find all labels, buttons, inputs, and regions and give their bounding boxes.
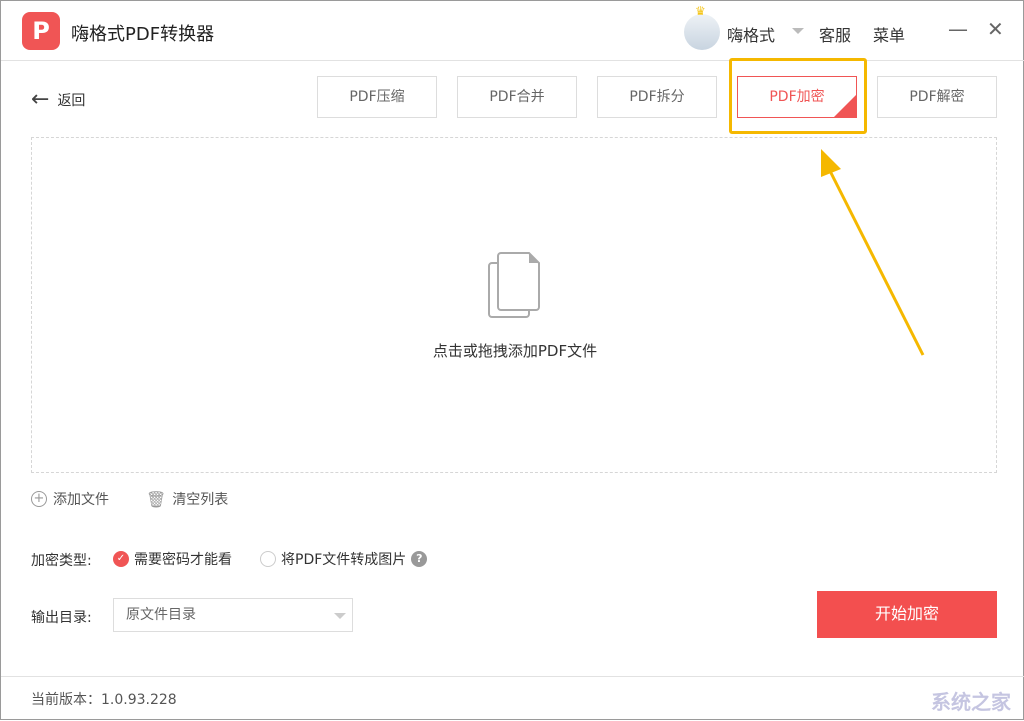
service-button[interactable]: 客服 <box>819 22 851 46</box>
clear-list-button[interactable]: 🗑 清空列表 <box>146 489 228 509</box>
clear-list-label: 清空列表 <box>172 492 229 508</box>
plus-icon: + <box>31 491 47 507</box>
radio-label: 需要密码才能看 <box>134 552 232 568</box>
footer: 当前版本：1.0.93.228 <box>1 676 1024 721</box>
user-dropdown-icon[interactable] <box>792 28 804 34</box>
menu-button[interactable]: 菜单 <box>873 22 905 46</box>
arrow-left-icon: ← <box>31 87 50 112</box>
trash-icon: 🗑 <box>146 489 167 509</box>
highlight-box <box>729 58 867 134</box>
version-text: 当前版本：1.0.93.228 <box>31 692 177 708</box>
close-button[interactable]: ✕ <box>987 17 1004 41</box>
radio-to-image[interactable]: 将PDF文件转成图片 ? <box>260 549 428 569</box>
tab-pdf-compress[interactable]: PDF压缩 <box>317 76 437 118</box>
radio-checked-icon: ✓ <box>113 551 129 567</box>
radio-unchecked-icon <box>260 551 276 567</box>
help-icon[interactable]: ? <box>411 551 428 567</box>
app-title: 嗨格式PDF转换器 <box>71 24 215 45</box>
crown-icon: ♛ <box>695 4 706 18</box>
output-dir-select[interactable]: 原文件目录 <box>113 598 353 632</box>
username[interactable]: 嗨格式 <box>727 22 775 46</box>
radio-label: 将PDF文件转成图片 <box>281 552 407 568</box>
encryption-type-label: 加密类型: <box>31 553 92 569</box>
watermark: 系统之家 <box>931 690 1011 714</box>
tab-pdf-split[interactable]: PDF拆分 <box>597 76 717 118</box>
back-button[interactable]: ← 返回 <box>31 87 85 112</box>
avatar[interactable] <box>684 14 720 50</box>
minimize-button[interactable]: — <box>948 17 968 41</box>
output-dir-value: 原文件目录 <box>126 607 196 623</box>
chevron-down-icon <box>334 613 346 619</box>
app-logo: P <box>22 12 60 50</box>
back-label: 返回 <box>57 92 86 109</box>
tab-pdf-decrypt[interactable]: PDF解密 <box>877 76 997 118</box>
drop-text: 点击或拖拽添加PDF文件 <box>432 342 598 360</box>
start-encrypt-button[interactable]: 开始加密 <box>817 591 997 638</box>
add-file-button[interactable]: + 添加文件 <box>31 489 109 509</box>
output-dir-label: 输出目录: <box>31 610 92 626</box>
tab-pdf-merge[interactable]: PDF合并 <box>457 76 577 118</box>
radio-password[interactable]: ✓ 需要密码才能看 <box>113 549 232 569</box>
document-icon <box>488 252 540 318</box>
add-file-label: 添加文件 <box>53 492 109 508</box>
